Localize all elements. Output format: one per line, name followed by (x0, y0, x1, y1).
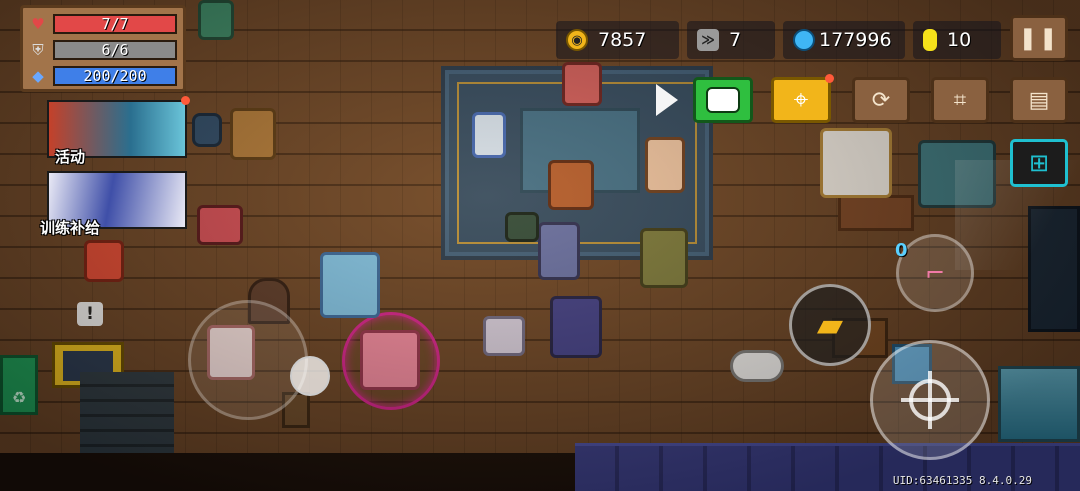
golden-gun-icon: ▰ (816, 305, 844, 345)
fish-counter: ≫ 7 (687, 21, 775, 59)
armor-bar: 6/6 (53, 40, 177, 60)
id-card-icon: ▤ (1028, 87, 1050, 113)
profile-button[interactable]: ▤ (1010, 77, 1068, 123)
chat-button[interactable] (693, 77, 753, 123)
hp-text: 7/7 (101, 15, 129, 33)
hp-row: ♥ 7/7 (29, 12, 177, 36)
material-value: 10 (947, 29, 972, 51)
refresh-button[interactable]: ⟳ (852, 77, 910, 123)
weapon-switch-button[interactable]: ▰ (789, 284, 871, 366)
diamond-icon: ◆ (32, 66, 44, 85)
event-label-activity: 活动 (54, 148, 85, 166)
map-notification-dot (825, 74, 834, 83)
pause-button[interactable]: ❚❚ (1010, 15, 1068, 61)
material-icon (923, 29, 937, 51)
gold-value: 7857 (598, 29, 647, 51)
gem-value: 177996 (819, 29, 892, 51)
event-label-training-supply: 训练补给 (39, 219, 100, 237)
player-stats-panel: ♥ 7/7 ⛨ 6/6 ◆ 200/200 (20, 5, 186, 92)
joystick-knob[interactable] (290, 356, 330, 396)
activity-notification-dot (181, 96, 190, 105)
crosshair-icon (901, 371, 959, 429)
hp-bar: 7/7 (53, 14, 177, 34)
refresh-icon: ⟳ (871, 87, 891, 113)
stairs-icon: ⌗ (953, 87, 967, 113)
gem-icon (793, 29, 815, 51)
coin-icon: ◉ (566, 29, 588, 51)
movement-joystick[interactable] (188, 300, 308, 420)
energy-text: 200/200 (83, 67, 147, 85)
armor-text: 6/6 (101, 41, 129, 59)
location-pin-icon: ⌖ (793, 84, 809, 115)
energy-bar: 200/200 (53, 66, 177, 86)
material-counter: 10 (913, 21, 1001, 59)
gold-counter: ◉ 7857 (556, 21, 679, 59)
shield-icon: ⛨ (32, 40, 44, 59)
chat-icon (706, 87, 740, 113)
energy-row: ◆ 200/200 (29, 64, 177, 88)
heart-icon: ♥ (31, 14, 45, 33)
stairs-button[interactable]: ⌗ (931, 77, 989, 123)
map-button[interactable]: ⌖ (771, 77, 831, 123)
uid-label: UID:63461335 8.4.0.29 (892, 474, 1032, 487)
fish-icon: ≫ (697, 29, 719, 51)
shop-button[interactable]: ⊞ (1010, 139, 1068, 187)
fish-value: 7 (729, 29, 742, 51)
gem-counter: 177996 (783, 21, 905, 59)
gun-icon: ⌐ (924, 259, 946, 287)
armor-row: ⛨ 6/6 (29, 38, 177, 62)
pause-icon: ❚❚ (1018, 25, 1060, 51)
skill-count: 0 (895, 240, 908, 261)
attack-button[interactable] (870, 340, 990, 460)
play-arrow-icon (656, 84, 678, 116)
shopping-cart-icon: ⊞ (1028, 149, 1050, 177)
